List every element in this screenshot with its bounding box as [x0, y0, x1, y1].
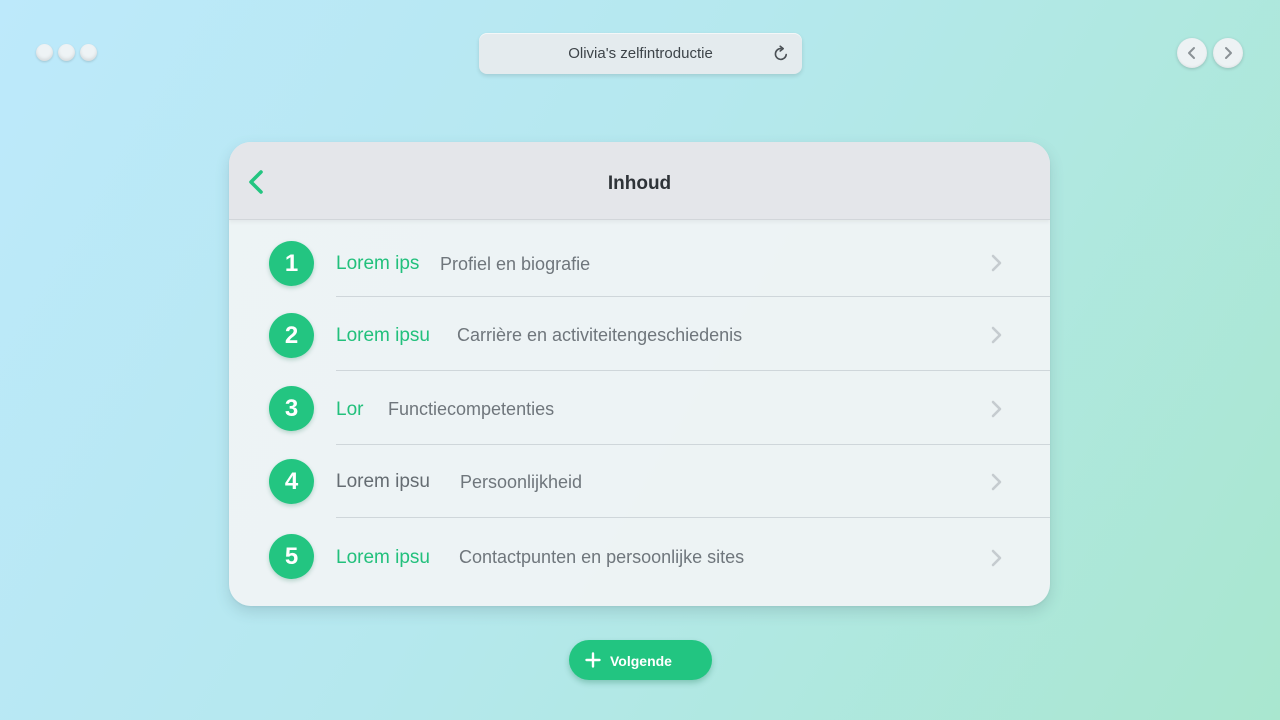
contents-item-1[interactable]: 1 Lorem ips Profiel en biografie	[229, 227, 1050, 299]
item-short-label: Lor	[336, 399, 364, 420]
next-button-label: Volgende	[610, 653, 672, 669]
item-short-label: Lorem ipsu	[336, 471, 430, 492]
chevron-right-icon	[991, 549, 1002, 567]
item-short-label: Lorem ipsu	[336, 547, 430, 568]
item-description: Functiecompetenties	[388, 399, 555, 419]
chevron-right-icon	[991, 254, 1002, 272]
chevron-right-icon	[991, 400, 1002, 418]
divider	[336, 370, 1050, 371]
item-description: Carrière en activiteitengeschiedenis	[457, 325, 743, 345]
item-description: Persoonlijkheid	[460, 472, 583, 492]
plus-icon	[585, 652, 601, 668]
contents-panel: Inhoud 1 Lorem ips Profiel en biografie …	[229, 142, 1050, 606]
item-number-badge: 1	[269, 241, 314, 286]
chevron-right-icon	[1225, 47, 1232, 59]
divider	[336, 517, 1050, 518]
window-dot-minimize[interactable]	[58, 44, 75, 61]
chevron-right-icon	[991, 473, 1002, 491]
item-short-label: Lorem ipsu	[336, 325, 430, 346]
window-dot-maximize[interactable]	[80, 44, 97, 61]
item-number-badge: 2	[269, 313, 314, 358]
window-controls	[36, 44, 97, 61]
contents-item-4[interactable]: 4 Lorem ipsu Persoonlijkheid	[229, 445, 1050, 517]
contents-item-5[interactable]: 5 Lorem ipsu Contactpunten en persoonlij…	[229, 520, 1050, 592]
chevron-left-icon	[1188, 47, 1195, 59]
nav-back-button[interactable]	[1177, 38, 1207, 68]
item-number-badge: 3	[269, 386, 314, 431]
reload-icon[interactable]	[772, 45, 790, 63]
window-dot-close[interactable]	[36, 44, 53, 61]
item-number-badge: 4	[269, 459, 314, 504]
contents-item-3[interactable]: 3 Lor Functiecompetenties	[229, 372, 1050, 444]
contents-item-2[interactable]: 2 Lorem ipsu Carrière en activiteitenges…	[229, 299, 1050, 371]
item-description: Profiel en biografie	[440, 254, 591, 274]
item-description: Contactpunten en persoonlijke sites	[459, 547, 745, 567]
panel-heading: Inhoud	[607, 173, 672, 194]
next-button[interactable]: Volgende	[569, 640, 712, 680]
item-number-badge: 5	[269, 534, 314, 579]
panel-header: Inhoud	[229, 142, 1050, 220]
nav-forward-button[interactable]	[1213, 38, 1243, 68]
chevron-right-icon	[991, 326, 1002, 344]
window-title: Olivia's zelfintroductie	[568, 45, 713, 62]
item-short-label: Lorem ips	[336, 253, 420, 274]
divider	[336, 296, 1050, 297]
title-bar: Olivia's zelfintroductie	[479, 33, 802, 74]
